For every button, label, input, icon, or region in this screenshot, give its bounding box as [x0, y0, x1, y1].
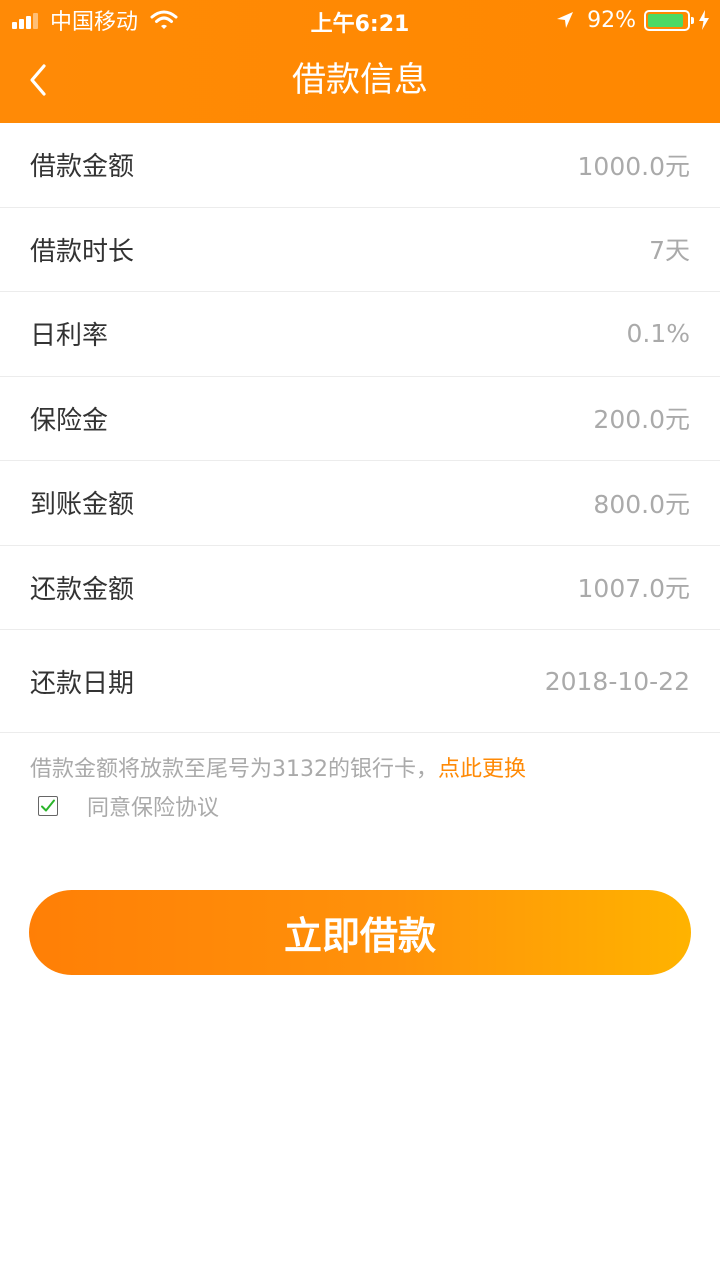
borrow-now-button[interactable]: 立即借款 [29, 890, 691, 975]
battery-percent: 92% [587, 7, 636, 33]
loan-amount-row: 借款金额 1000.0元 [0, 123, 720, 208]
battery-level-fill [648, 13, 683, 27]
page-title: 借款信息 [292, 60, 428, 100]
row-label: 保险金 [30, 405, 109, 436]
agreement-checkbox[interactable] [38, 796, 58, 816]
bank-card-notice: 借款金额将放款至尾号为3132的银行卡，点此更换 [30, 751, 526, 783]
app-header: 中国移动 上午6:21 92% 借款信息 [0, 0, 720, 123]
notice-text: 借款金额将放款至尾号为3132的银行卡， [30, 757, 438, 782]
battery-icon [644, 9, 694, 31]
charging-bolt-icon [699, 10, 709, 30]
row-label: 日利率 [30, 321, 109, 352]
row-value: 0.1% [626, 319, 690, 349]
row-value: 2018-10-22 [544, 666, 690, 696]
repay-amount-row: 还款金额 1007.0元 [0, 546, 720, 630]
row-label: 还款金额 [30, 574, 135, 605]
row-value: 7天 [649, 236, 690, 266]
row-value: 1000.0元 [577, 151, 690, 181]
row-label: 借款时长 [30, 236, 135, 267]
insurance-row: 保险金 200.0元 [0, 377, 720, 461]
row-value: 200.0元 [593, 405, 690, 435]
location-arrow-icon [557, 12, 574, 28]
repay-date-row: 还款日期 2018-10-22 [0, 630, 720, 733]
insurance-agreement: 同意保险协议 [38, 790, 219, 822]
status-right: 92% [555, 6, 710, 34]
row-label: 到账金额 [30, 490, 135, 521]
received-amount-row: 到账金额 800.0元 [0, 461, 720, 546]
row-value: 1007.0元 [577, 574, 690, 604]
loan-info-list: 借款金额 1000.0元 借款时长 7天 日利率 0.1% 保险金 200.0元… [0, 123, 720, 733]
daily-rate-row: 日利率 0.1% [0, 292, 720, 377]
row-label: 借款金额 [30, 152, 135, 183]
row-label: 还款日期 [30, 668, 135, 699]
row-value: 800.0元 [593, 489, 690, 519]
loan-term-row: 借款时长 7天 [0, 208, 720, 292]
agreement-label[interactable]: 同意保险协议 [87, 790, 219, 822]
change-card-link[interactable]: 点此更换 [438, 757, 526, 782]
check-icon [41, 799, 55, 812]
status-bar: 中国移动 上午6:21 92% [0, 0, 720, 40]
